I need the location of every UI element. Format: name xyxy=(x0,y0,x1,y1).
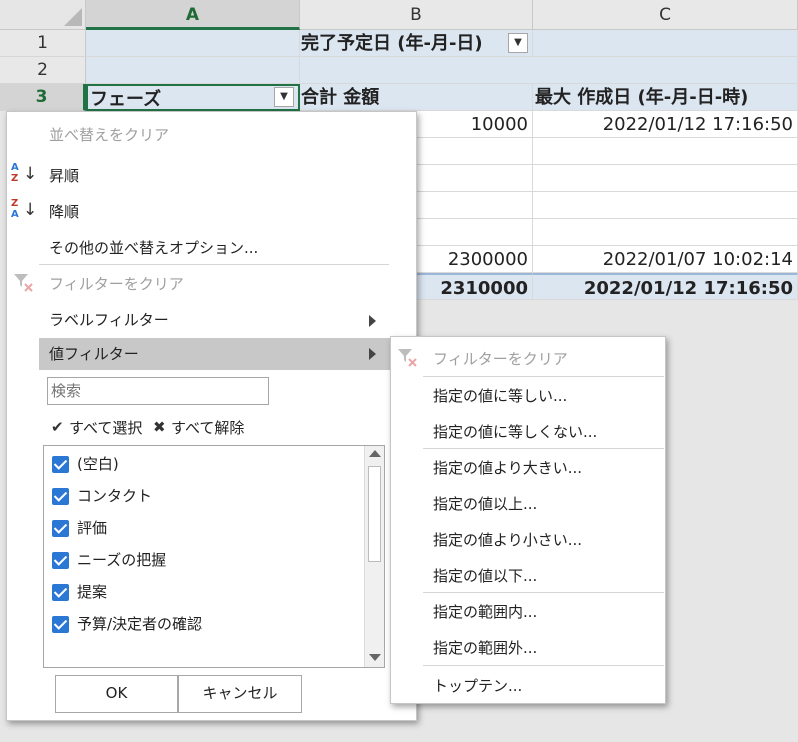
filter-item-label: ニーズの把握 xyxy=(77,551,167,569)
menu-separator xyxy=(423,448,664,449)
filter-item-label: コンタクト xyxy=(77,487,153,505)
item-checkbox[interactable] xyxy=(52,616,69,633)
less-than-item[interactable]: 指定の値より小さい... xyxy=(433,530,582,550)
scroll-thumb[interactable] xyxy=(368,466,381,562)
cell-a3-selected[interactable]: フェーズ xyxy=(86,84,300,111)
date-cell[interactable] xyxy=(533,192,798,219)
filter-dropdown-menu: 並べ替えをクリア A Z ↓ 昇順 Z A ↓ 降順 その他の並べ替えオプション… xyxy=(6,111,417,721)
phase-filter-dropdown-button[interactable]: ▼ xyxy=(274,87,294,107)
filter-search-input[interactable] xyxy=(47,377,269,405)
sum-amount-header: 合計 金額 xyxy=(301,87,380,108)
top-ten-item[interactable]: トップテン... xyxy=(433,676,522,696)
clear-all-button[interactable]: すべて解除 xyxy=(171,418,244,438)
row-header-1[interactable]: 1 xyxy=(0,30,86,57)
less-equal-item[interactable]: 指定の値以下... xyxy=(433,566,537,586)
clear-filter-icon xyxy=(397,347,419,369)
sort-ascending-icon: A Z ↓ xyxy=(11,162,38,184)
menu-separator xyxy=(423,376,664,377)
menu-separator xyxy=(423,665,664,666)
value-filter-submenu: フィルターをクリア 指定の値に等しい... 指定の値に等しくない... 指定の値… xyxy=(390,336,666,704)
cell-b3[interactable]: 合計 金額 xyxy=(300,84,533,111)
label-filter-item[interactable]: ラベルフィルター xyxy=(49,310,169,330)
row-header-2[interactable]: 2 xyxy=(0,57,86,84)
select-all-corner[interactable] xyxy=(0,0,86,30)
ok-button[interactable]: OK xyxy=(55,675,178,713)
not-between-item[interactable]: 指定の範囲外... xyxy=(433,638,537,658)
submenu-clear-filter-item[interactable]: フィルターをクリア xyxy=(433,349,568,369)
grand-total-date[interactable]: 2022/01/12 17:16:50 xyxy=(533,273,798,300)
cell-a1[interactable] xyxy=(86,30,300,57)
value-filter-chevron-icon xyxy=(369,348,376,360)
filter-item-list: (空白) コンタクト 評価 ニーズの把握 提案 予算/決定者の確認 xyxy=(43,445,385,668)
filter-item-label: (空白) xyxy=(77,455,119,473)
more-sort-options-item[interactable]: その他の並べ替えオプション... xyxy=(49,238,258,258)
date-cell[interactable] xyxy=(533,165,798,192)
row-field-label: フェーズ xyxy=(90,89,162,110)
label-filter-chevron-icon xyxy=(369,315,376,327)
not-equals-item[interactable]: 指定の値に等しくない... xyxy=(433,422,597,442)
sort-descending-icon: Z A ↓ xyxy=(11,198,38,220)
value-filter-item[interactable]: 値フィルター xyxy=(39,338,415,370)
max-date-header: 最大 作成日 (年-月-日-時) xyxy=(535,87,749,108)
column-header-a[interactable]: A xyxy=(86,0,300,30)
clear-sort-item[interactable]: 並べ替えをクリア xyxy=(49,125,169,145)
menu-separator xyxy=(423,592,664,593)
select-all-check-icon: ✔ xyxy=(51,418,64,436)
filter-item-label: 予算/決定者の確認 xyxy=(77,615,203,633)
menu-separator xyxy=(39,264,389,265)
cell-b2[interactable] xyxy=(300,57,798,84)
greater-equal-item[interactable]: 指定の値以上... xyxy=(433,494,537,514)
equals-item[interactable]: 指定の値に等しい... xyxy=(433,386,567,406)
clear-filter-icon xyxy=(13,272,35,294)
value-filter-label: 値フィルター xyxy=(49,345,139,363)
between-item[interactable]: 指定の範囲内... xyxy=(433,602,537,622)
clear-all-x-icon: ✖ xyxy=(153,418,166,436)
cell-c3[interactable]: 最大 作成日 (年-月-日-時) xyxy=(533,84,798,111)
cell-c1[interactable] xyxy=(533,30,798,57)
filter-item-label: 提案 xyxy=(77,583,108,601)
scroll-up-icon[interactable] xyxy=(369,450,381,457)
date-cell[interactable]: 2022/01/12 17:16:50 xyxy=(533,111,798,138)
item-checkbox[interactable] xyxy=(52,584,69,601)
item-checkbox[interactable] xyxy=(52,488,69,505)
clear-filter-item[interactable]: フィルターをクリア xyxy=(49,274,184,294)
cell-b1[interactable]: 完了予定日 (年-月-日) xyxy=(300,30,533,57)
item-checkbox[interactable] xyxy=(52,552,69,569)
sort-descending-item[interactable]: 降順 xyxy=(49,202,79,222)
column-header-b[interactable]: B xyxy=(300,0,533,30)
item-checkbox[interactable] xyxy=(52,520,69,537)
cell-a2[interactable] xyxy=(86,57,300,84)
date-cell[interactable] xyxy=(533,138,798,165)
date-cell[interactable]: 2022/01/07 10:02:14 xyxy=(533,246,798,273)
column-field-label: 完了予定日 (年-月-日) xyxy=(301,33,483,54)
list-scrollbar[interactable] xyxy=(364,446,384,667)
select-all-button[interactable]: すべて選択 xyxy=(69,418,142,438)
filter-item-label: 評価 xyxy=(77,519,108,537)
greater-than-item[interactable]: 指定の値より大きい... xyxy=(433,458,582,478)
date-filter-dropdown-button[interactable]: ▼ xyxy=(508,33,528,53)
row-header-3[interactable]: 3 xyxy=(0,84,86,111)
column-header-c[interactable]: C xyxy=(533,0,798,30)
item-checkbox[interactable] xyxy=(52,456,69,473)
sort-ascending-item[interactable]: 昇順 xyxy=(49,166,79,186)
scroll-down-icon[interactable] xyxy=(369,654,381,661)
cancel-button[interactable]: キャンセル xyxy=(178,675,302,713)
date-cell[interactable] xyxy=(533,219,798,246)
